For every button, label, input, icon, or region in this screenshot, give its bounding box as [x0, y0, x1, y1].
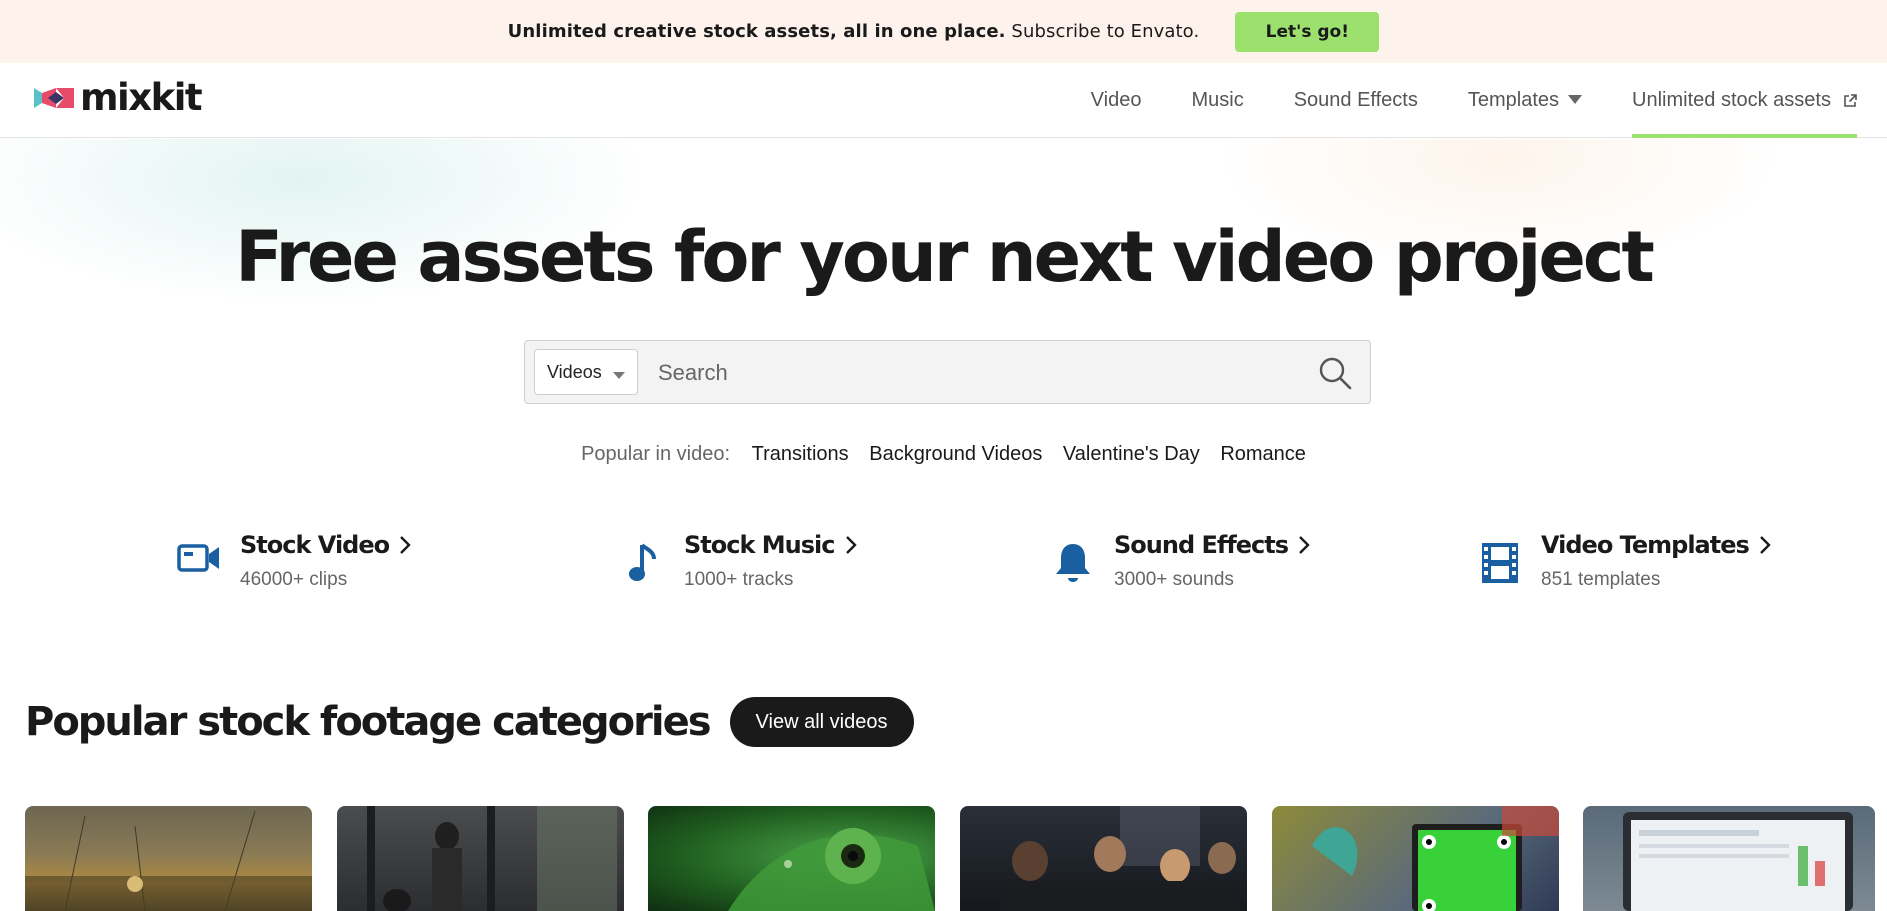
promo-text: Unlimited creative stock assets, all in … [508, 21, 1200, 42]
category-title: Video Templates [1541, 531, 1750, 559]
category-title: Stock Video [240, 531, 390, 559]
popular-link-valentines-day[interactable]: Valentine's Day [1063, 443, 1200, 465]
category-title: Stock Music [684, 531, 835, 559]
chevron-right-icon [1759, 536, 1771, 554]
hero-section: Free assets for your next video project … [0, 139, 1887, 659]
nav-music-label: Music [1191, 89, 1244, 111]
category-links: Stock Video 46000+ clips Stock Music 100… [0, 529, 1887, 609]
main-nav: Video Music Sound Effects Templates Unli… [1041, 63, 1857, 138]
chevron-right-icon [845, 536, 857, 554]
chevron-right-icon [1299, 536, 1310, 554]
popular-link-transitions[interactable]: Transitions [752, 443, 849, 465]
category-subtitle: 1000+ tracks [684, 569, 794, 590]
category-thumbnail[interactable] [960, 806, 1247, 911]
logo-wordmark: mixkit [80, 76, 203, 119]
category-thumbnail[interactable] [648, 806, 935, 911]
nav-sound-effects-label: Sound Effects [1293, 89, 1418, 111]
category-video-templates[interactable]: Video Templates 851 templates [1477, 529, 1771, 591]
promo-banner: Unlimited creative stock assets, all in … [0, 0, 1887, 63]
popular-link-romance[interactable]: Romance [1220, 443, 1306, 465]
promo-text-bold: Unlimited creative stock assets, all in … [507, 21, 1006, 42]
laptop-dashboard-image [1623, 812, 1853, 911]
grass-image [25, 810, 312, 911]
popular-searches: Popular in video: Transitions Background… [0, 443, 1887, 466]
category-subtitle: 851 templates [1541, 569, 1661, 590]
nav-music[interactable]: Music [1191, 63, 1243, 138]
nav-templates-label: Templates [1467, 89, 1560, 111]
music-note-icon [620, 541, 666, 587]
category-subtitle: 46000+ clips [240, 569, 348, 590]
mixkit-logo-mark-icon [34, 87, 74, 108]
search-input[interactable] [658, 351, 1278, 395]
chameleon-image [728, 828, 935, 911]
lets-go-button[interactable]: Let's go! [1235, 11, 1380, 52]
category-sound-effects[interactable]: Sound Effects 3000+ sounds [1050, 529, 1310, 591]
popular-link-background-videos[interactable]: Background Videos [869, 443, 1042, 465]
external-link-icon [1844, 93, 1857, 107]
gym-image [367, 806, 617, 911]
chevron-right-icon [400, 536, 411, 554]
nav-unlimited-label: Unlimited stock assets [1632, 89, 1831, 111]
category-subtitle: 3000+ sounds [1114, 569, 1234, 590]
chevron-down-icon [613, 372, 625, 379]
bell-icon [1050, 541, 1096, 587]
nav-sound-effects[interactable]: Sound Effects [1294, 63, 1418, 138]
search-bar: Videos [524, 340, 1371, 404]
promo-text-rest: Subscribe to Envato. [1005, 21, 1200, 42]
green-screen-laptop-image [1312, 806, 1559, 911]
view-all-videos-button[interactable]: View all videos [729, 697, 914, 747]
dinner-party-image [1000, 806, 1240, 911]
section-title: Popular stock footage categories [25, 699, 712, 745]
nav-video[interactable]: Video [1091, 63, 1142, 138]
site-header: mixkit Video Music Sound Effects Templat… [0, 63, 1887, 138]
category-thumbnail[interactable] [337, 806, 624, 911]
category-thumbnail[interactable] [1272, 806, 1559, 911]
search-type-select[interactable]: Videos [534, 349, 638, 395]
page-title: Free assets for your next video project [235, 216, 1655, 298]
popular-label: Popular in video: [581, 443, 731, 465]
category-title: Sound Effects [1114, 531, 1289, 559]
popular-categories-header: Popular stock footage categories View al… [25, 697, 914, 747]
category-thumbnail[interactable] [25, 806, 312, 911]
chevron-down-icon [1568, 94, 1583, 104]
video-camera-icon [176, 541, 222, 587]
category-thumbnails [25, 806, 1875, 911]
category-thumbnail[interactable] [1583, 806, 1875, 911]
film-strip-icon [1477, 541, 1523, 587]
category-stock-music[interactable]: Stock Music 1000+ tracks [620, 529, 857, 591]
nav-video-label: Video [1090, 89, 1142, 111]
nav-unlimited-stock-assets[interactable]: Unlimited stock assets [1632, 63, 1857, 138]
category-stock-video[interactable]: Stock Video 46000+ clips [176, 529, 411, 591]
mixkit-logo[interactable]: mixkit [34, 76, 203, 119]
search-icon[interactable] [1318, 356, 1352, 390]
search-type-value: Videos [547, 361, 602, 382]
nav-templates[interactable]: Templates [1467, 63, 1583, 138]
